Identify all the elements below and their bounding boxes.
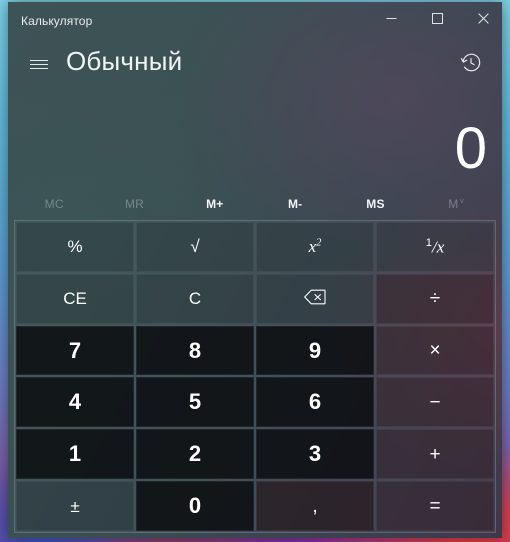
chevron-down-icon: ˅ <box>459 196 465 206</box>
memory-list-button[interactable]: M ˅ <box>416 192 496 216</box>
digit-4-label: 4 <box>68 389 82 415</box>
memory-list-label: M <box>448 197 459 211</box>
digit-7-button[interactable]: 7 <box>16 325 134 376</box>
history-button[interactable] <box>452 46 490 84</box>
memory-store-label: MS <box>366 197 385 211</box>
square-root-label: √ <box>190 237 200 257</box>
minimize-icon <box>386 13 397 24</box>
calculator-window: Калькулятор Обычный 0 MC MR M+ M- MS M ˅… <box>8 2 502 538</box>
square-button[interactable]: x2 <box>256 222 374 272</box>
multiply-button[interactable]: × <box>376 325 494 376</box>
memory-recall-button[interactable]: MR <box>94 192 174 216</box>
history-icon <box>460 52 482 79</box>
memory-add-label: M+ <box>206 197 224 211</box>
equals-label: = <box>429 495 441 517</box>
add-button[interactable]: + <box>376 429 494 480</box>
memory-button-row: MC MR M+ M- MS M ˅ <box>14 192 496 216</box>
memory-subtract-button[interactable]: M- <box>255 192 335 216</box>
digit-8-label: 8 <box>188 337 202 363</box>
reciprocal-button[interactable]: 1/x <box>376 222 494 272</box>
reciprocal-label: 1/x <box>425 237 445 257</box>
digit-0-label: 0 <box>188 493 202 519</box>
digit-8-button[interactable]: 8 <box>136 325 254 376</box>
digit-3-label: 3 <box>308 441 322 467</box>
memory-clear-label: MC <box>44 197 64 211</box>
divide-button[interactable]: ÷ <box>376 273 494 324</box>
maximize-button[interactable] <box>414 2 460 34</box>
multiply-label: × <box>429 340 441 362</box>
digit-6-button[interactable]: 6 <box>256 377 374 428</box>
percent-label: % <box>67 237 83 257</box>
digit-0-button[interactable]: 0 <box>136 481 254 531</box>
title-bar[interactable]: Калькулятор <box>8 2 502 42</box>
square-label: x2 <box>308 237 322 257</box>
percent-button[interactable]: % <box>16 222 134 272</box>
digit-5-button[interactable]: 5 <box>136 377 254 428</box>
digit-4-button[interactable]: 4 <box>16 377 134 428</box>
digit-9-button[interactable]: 9 <box>256 325 374 376</box>
memory-add-button[interactable]: M+ <box>175 192 255 216</box>
memory-recall-label: MR <box>124 197 145 211</box>
minimize-button[interactable] <box>368 2 414 34</box>
negate-button[interactable]: ± <box>16 481 134 531</box>
divide-label: ÷ <box>429 288 441 310</box>
digit-1-button[interactable]: 1 <box>16 429 134 480</box>
digit-7-label: 7 <box>68 337 82 363</box>
page-title: Обычный <box>66 46 183 76</box>
digit-6-label: 6 <box>308 389 322 415</box>
digit-3-button[interactable]: 3 <box>256 429 374 480</box>
add-label: + <box>429 443 441 465</box>
clear-entry-button[interactable]: CE <box>16 273 134 324</box>
hamburger-icon <box>30 57 48 72</box>
backspace-icon <box>304 289 326 308</box>
navigation-menu-button[interactable] <box>18 44 60 84</box>
plus-minus-icon: ± <box>70 496 80 516</box>
backspace-button[interactable] <box>256 273 374 324</box>
clear-button[interactable]: C <box>136 273 254 324</box>
close-button[interactable] <box>460 2 502 34</box>
digit-2-button[interactable]: 2 <box>136 429 254 480</box>
decimal-separator-button[interactable]: , <box>256 481 374 531</box>
equals-button[interactable]: = <box>376 481 494 531</box>
digit-2-label: 2 <box>188 441 202 467</box>
subtract-button[interactable]: − <box>376 377 494 428</box>
decimal-separator-label: , <box>312 495 318 517</box>
clear-label: C <box>188 289 202 309</box>
subtract-label: − <box>429 391 441 413</box>
result-display: 0 <box>454 116 486 180</box>
keypad-grid: % √ x2 1/x CE C ÷ 7 8 9 × 4 5 6 − 1 2 3 … <box>14 220 496 533</box>
square-root-button[interactable]: √ <box>136 222 254 272</box>
clear-entry-label: CE <box>63 289 87 309</box>
digit-1-label: 1 <box>68 441 82 467</box>
close-icon <box>477 12 489 24</box>
memory-store-button[interactable]: MS <box>335 192 415 216</box>
app-title: Калькулятор <box>21 14 93 28</box>
memory-subtract-label: M- <box>287 197 303 211</box>
digit-5-label: 5 <box>188 389 202 415</box>
maximize-icon <box>431 12 443 24</box>
digit-9-label: 9 <box>308 337 322 363</box>
memory-clear-button[interactable]: MC <box>14 192 94 216</box>
